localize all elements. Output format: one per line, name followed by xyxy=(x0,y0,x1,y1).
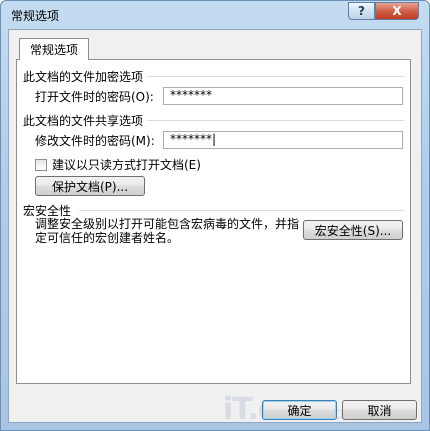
section-divider xyxy=(147,120,404,121)
macro-description: 调整安全级别以打开可能包含宏病毒的文件，并指定可信任的宏创建者姓名。 xyxy=(35,217,300,245)
cancel-button[interactable]: 取消 xyxy=(342,400,417,420)
sharing-section-heading: 此文档的文件共享选项 xyxy=(23,114,144,128)
macro-security-button[interactable]: 宏安全性(S)... xyxy=(303,220,403,240)
modify-password-label: 修改文件时的密码(M): xyxy=(35,134,155,148)
open-password-label: 打开文件时的密码(O): xyxy=(35,90,154,104)
readonly-recommended-label: 建议以只读方式打开文档(E) xyxy=(52,158,201,172)
protect-document-button[interactable]: 保护文档(P)... xyxy=(35,176,145,196)
close-button[interactable]: X xyxy=(375,2,419,20)
window-title: 常规选项 xyxy=(11,9,60,23)
section-divider xyxy=(147,76,404,77)
help-button[interactable]: ? xyxy=(348,2,375,20)
readonly-recommended-row[interactable]: 建议以只读方式打开文档(E) xyxy=(35,156,201,173)
ok-button[interactable]: 确定 xyxy=(262,400,337,420)
dialog-body: 常规选项 此文档的文件加密选项 打开文件时的密码(O): ******* 此文档… xyxy=(8,29,422,427)
open-password-input[interactable]: ******* xyxy=(163,87,403,105)
encryption-section-heading: 此文档的文件加密选项 xyxy=(23,70,144,84)
title-bar[interactable]: 常规选项 ? X xyxy=(1,1,429,29)
tab-general-options[interactable]: 常规选项 xyxy=(19,38,89,60)
readonly-recommended-checkbox[interactable] xyxy=(35,158,47,171)
dialog-window: 常规选项 ? X 常规选项 此文档的文件加密选项 打开文件时的密码(O): **… xyxy=(0,0,430,431)
modify-password-input[interactable]: *******| xyxy=(163,131,403,149)
section-divider xyxy=(79,210,404,211)
tab-panel: 此文档的文件加密选项 打开文件时的密码(O): ******* 此文档的文件共享… xyxy=(16,59,411,384)
